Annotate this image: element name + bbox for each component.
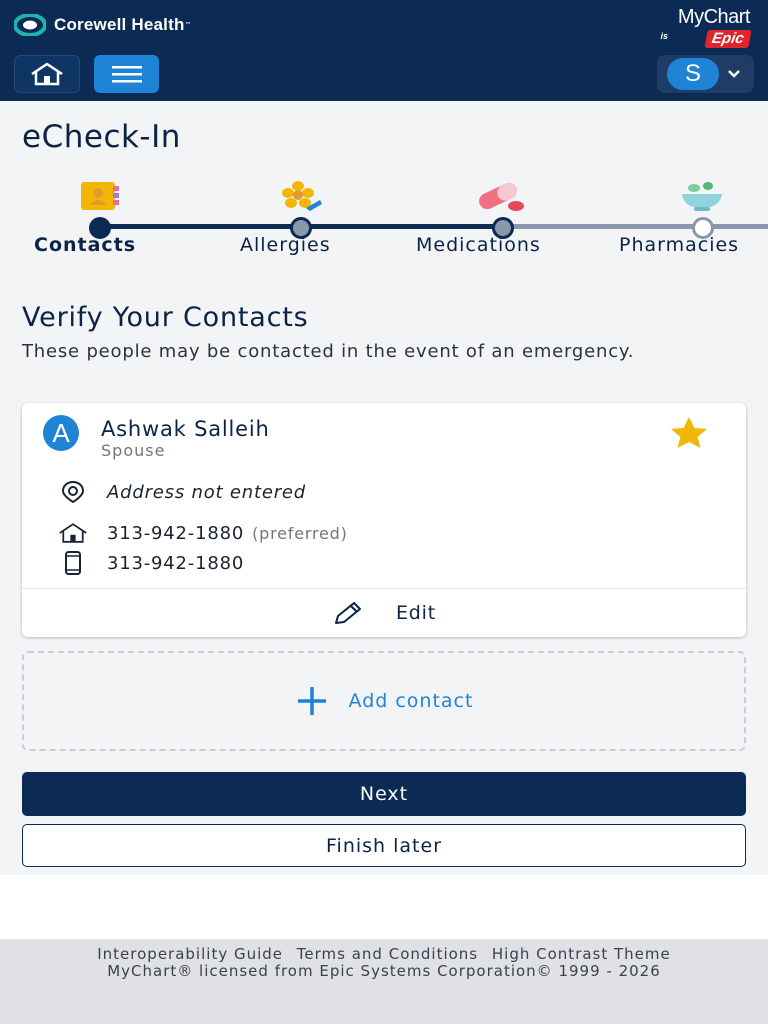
home-button[interactable]	[14, 55, 80, 93]
add-contact-label: Add contact	[348, 690, 474, 712]
footer-links: Interoperability Guide Terms and Conditi…	[74, 939, 694, 963]
section-description: These people may be contacted in the eve…	[22, 341, 635, 362]
add-contact-button[interactable]: Add contact	[22, 651, 746, 751]
brand-name: Corewell Health	[54, 15, 185, 34]
contact-address-row: Address not entered	[58, 480, 306, 504]
contacts-book-icon	[81, 182, 119, 210]
contact-name: Ashwak Salleih	[101, 417, 270, 441]
page-title: eCheck-In	[22, 119, 181, 155]
copyright-text: MyChart® licensed from Epic Systems Corp…	[107, 962, 661, 980]
account-menu-button[interactable]: S	[657, 55, 754, 93]
app-header: Corewell Health ™ MyChart is Epic S	[0, 0, 768, 101]
mortar-pestle-icon	[682, 182, 722, 211]
step-pharmacies-label[interactable]: Pharmacies	[619, 234, 739, 256]
corewell-logo[interactable]: Corewell Health ™	[14, 14, 192, 36]
star-icon[interactable]	[663, 415, 715, 449]
user-avatar: S	[667, 58, 719, 90]
step-contacts-label[interactable]: Contacts	[34, 234, 136, 256]
contact-mobile-phone-row: 313-942-1880	[58, 551, 244, 575]
contact-avatar: A	[43, 415, 79, 451]
next-button[interactable]: Next	[22, 772, 746, 816]
progress-track-remaining	[503, 224, 768, 229]
edit-label: Edit	[396, 602, 436, 624]
finish-later-button[interactable]: Finish later	[22, 824, 746, 867]
plus-icon	[297, 687, 326, 715]
chevron-down-icon	[728, 70, 740, 78]
high-contrast-theme-link[interactable]: High Contrast Theme	[492, 945, 671, 963]
step-allergies-label[interactable]: Allergies	[240, 234, 331, 256]
contact-address: Address not entered	[107, 481, 307, 503]
contact-home-phone-row: 313-942-1880 (preferred)	[58, 521, 348, 545]
terms-and-conditions-link[interactable]: Terms and Conditions	[297, 945, 478, 963]
preferred-note: (preferred)	[252, 523, 348, 543]
hamburger-menu-icon	[111, 66, 142, 83]
epic-logo-text: Epic	[704, 30, 752, 48]
mobile-phone-icon	[65, 551, 81, 575]
pencil-icon	[335, 602, 361, 624]
mychart-epic-logo: MyChart is Epic	[640, 6, 752, 48]
contact-home-phone[interactable]: 313-942-1880	[107, 523, 244, 544]
home-phone-icon	[59, 523, 87, 543]
home-icon	[31, 62, 63, 86]
mychart-is-text: is	[660, 31, 668, 41]
contact-mobile-phone[interactable]: 313-942-1880	[107, 553, 244, 574]
section-title: Verify Your Contacts	[22, 302, 309, 333]
flower-allergy-icon	[282, 181, 322, 211]
edit-contact-button[interactable]: Edit	[22, 589, 746, 637]
brand-trademark: ™	[184, 21, 192, 29]
main-menu-button[interactable]	[94, 55, 159, 93]
progress-steps: Contacts Allergies Medications Pharmacie…	[0, 172, 768, 272]
mychart-logo-text: MyChart	[677, 6, 751, 28]
pill-icon	[479, 182, 524, 211]
location-pin-icon	[61, 480, 85, 504]
corewell-logo-mark-icon	[14, 14, 46, 36]
contact-relationship: Spouse	[101, 441, 166, 460]
step-medications-label[interactable]: Medications	[416, 234, 541, 256]
interoperability-guide-link[interactable]: Interoperability Guide	[97, 945, 283, 963]
page-footer: Interoperability Guide Terms and Conditi…	[0, 939, 768, 1024]
contact-card: A Ashwak Salleih Spouse Address not ente…	[22, 403, 746, 637]
